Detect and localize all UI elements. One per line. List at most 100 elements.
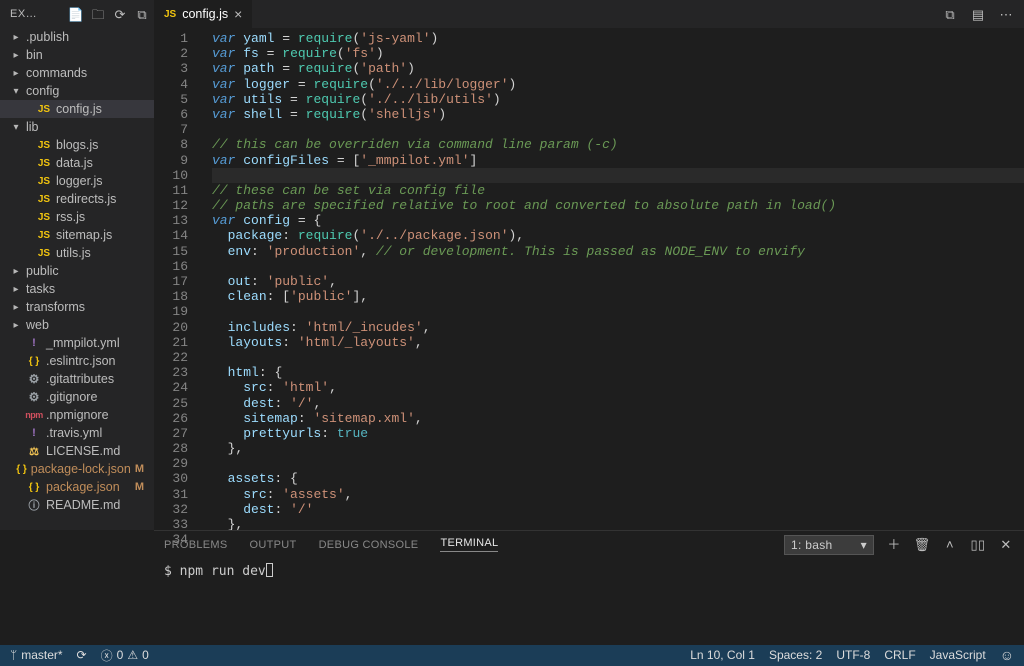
- code-line[interactable]: var yaml = require('js-yaml'): [212, 31, 1024, 46]
- code-line[interactable]: env: 'production', // or development. Th…: [212, 244, 1024, 259]
- indentation[interactable]: Spaces: 2: [769, 648, 822, 662]
- terminal-cursor: [266, 563, 273, 577]
- close-panel-icon[interactable]: ✕: [998, 537, 1014, 553]
- file-sitemap-js[interactable]: sitemap.js: [0, 226, 154, 244]
- file-blogs-js[interactable]: blogs.js: [0, 136, 154, 154]
- tab-output[interactable]: OUTPUT: [250, 539, 297, 551]
- file-rss-js[interactable]: rss.js: [0, 208, 154, 226]
- close-icon[interactable]: ×: [234, 6, 242, 22]
- code-line[interactable]: [212, 259, 1024, 274]
- folder-tasks[interactable]: ▸tasks: [0, 280, 154, 298]
- code-line[interactable]: },: [212, 517, 1024, 530]
- maximize-panel-icon[interactable]: ˄: [942, 537, 958, 553]
- file--gitignore[interactable]: .gitignore: [0, 388, 154, 406]
- refresh-icon[interactable]: ⟳: [112, 6, 128, 22]
- file--eslintrc-json[interactable]: .eslintrc.json: [0, 352, 154, 370]
- folder-lib[interactable]: ▾ lib: [0, 118, 154, 136]
- line-number: 15: [154, 244, 188, 259]
- code-line[interactable]: layouts: 'html/_layouts',: [212, 335, 1024, 350]
- code-content[interactable]: var yaml = require('js-yaml')var fs = re…: [202, 28, 1024, 530]
- collapse-all-icon[interactable]: ⧉: [134, 6, 150, 22]
- code-line[interactable]: var configFiles = ['_mmpilot.yml']: [212, 153, 1024, 168]
- feedback-icon[interactable]: ☺: [1000, 647, 1014, 663]
- file--travis-yml[interactable]: .travis.yml: [0, 424, 154, 442]
- new-file-icon[interactable]: 📄: [68, 6, 84, 22]
- sync-icon[interactable]: ⟳: [77, 648, 87, 662]
- file-readme-md[interactable]: README.md: [0, 496, 154, 514]
- file-redirects-js[interactable]: redirects.js: [0, 190, 154, 208]
- folder-web[interactable]: ▸web: [0, 316, 154, 334]
- code-line[interactable]: [212, 350, 1024, 365]
- code-line[interactable]: clean: ['public'],: [212, 289, 1024, 304]
- code-line[interactable]: // these can be set via config file: [212, 183, 1024, 198]
- file-tree[interactable]: ▸.publish▸bin▸commands▾configconfig.js ▾ l…: [0, 28, 154, 530]
- kill-terminal-icon[interactable]: 🗑: [914, 537, 930, 553]
- code-line[interactable]: [212, 304, 1024, 319]
- code-line[interactable]: // this can be overriden via command lin…: [212, 137, 1024, 152]
- file--npmignore[interactable]: .npmignore: [0, 406, 154, 424]
- new-folder-icon[interactable]: 🗀: [90, 6, 106, 22]
- file-data-js[interactable]: data.js: [0, 154, 154, 172]
- code-line[interactable]: dest: '/': [212, 502, 1024, 517]
- code-line[interactable]: sitemap: 'sitemap.xml',: [212, 411, 1024, 426]
- sidebar-header: EX… 📄 🗀 ⟳ ⧉: [0, 0, 154, 28]
- tab-config-js[interactable]: config.js ×: [154, 0, 253, 28]
- code-line[interactable]: var config = {: [212, 213, 1024, 228]
- file--mmpilot-yml[interactable]: _mmpilot.yml: [0, 334, 154, 352]
- code-line[interactable]: [212, 122, 1024, 137]
- line-number: 19: [154, 304, 188, 319]
- file--gitattributes[interactable]: .gitattributes: [0, 370, 154, 388]
- tab-debug[interactable]: DEBUG CONSOLE: [319, 539, 419, 551]
- code-line[interactable]: var path = require('path'): [212, 61, 1024, 76]
- encoding[interactable]: UTF-8: [836, 648, 870, 662]
- eol[interactable]: CRLF: [884, 648, 915, 662]
- tree-item-label: .travis.yml: [46, 426, 102, 440]
- tab-terminal[interactable]: TERMINAL: [440, 537, 498, 552]
- code-line[interactable]: var fs = require('fs'): [212, 46, 1024, 61]
- new-terminal-icon[interactable]: ＋: [886, 537, 902, 553]
- branch-indicator[interactable]: ᛘ master*: [10, 648, 63, 662]
- problems-indicator[interactable]: ⓧ 0 ⚠ 0: [101, 647, 149, 664]
- code-line[interactable]: },: [212, 441, 1024, 456]
- terminal-body[interactable]: $ npm run dev: [154, 559, 1024, 645]
- code-line[interactable]: prettyurls: true: [212, 426, 1024, 441]
- code-line[interactable]: package: require('./../package.json'),: [212, 228, 1024, 243]
- cursor-position[interactable]: Ln 10, Col 1: [690, 648, 755, 662]
- split-terminal-icon[interactable]: ▯▯: [970, 537, 986, 553]
- folder-bin[interactable]: ▸bin: [0, 46, 154, 64]
- split-side-icon[interactable]: ⧉: [942, 6, 958, 22]
- code-line[interactable]: src: 'html',: [212, 380, 1024, 395]
- file-package-lock-json[interactable]: package-lock.jsonM: [0, 460, 154, 478]
- folder-transforms[interactable]: ▸transforms: [0, 298, 154, 316]
- code-line[interactable]: var shell = require('shelljs'): [212, 107, 1024, 122]
- code-line[interactable]: // paths are specified relative to root …: [212, 198, 1024, 213]
- split-down-icon[interactable]: ▤: [970, 6, 986, 22]
- language-mode[interactable]: JavaScript: [930, 648, 986, 662]
- terminal-selector[interactable]: 1: bash ▾: [784, 535, 874, 555]
- tree-item-label: lib: [26, 120, 39, 134]
- code-line[interactable]: assets: {: [212, 471, 1024, 486]
- code-area[interactable]: 1234567891011121314151617181920212223242…: [154, 28, 1024, 530]
- code-line[interactable]: [212, 456, 1024, 471]
- file-config-js[interactable]: config.js: [0, 100, 154, 118]
- code-line[interactable]: src: 'assets',: [212, 487, 1024, 502]
- file-utils-js[interactable]: utils.js: [0, 244, 154, 262]
- code-line[interactable]: out: 'public',: [212, 274, 1024, 289]
- file-package-json[interactable]: package.jsonM: [0, 478, 154, 496]
- chevron-icon: ▾: [10, 122, 22, 133]
- folder-commands[interactable]: ▸commands: [0, 64, 154, 82]
- folder-config[interactable]: ▾config: [0, 82, 154, 100]
- file-logger-js[interactable]: logger.js: [0, 172, 154, 190]
- more-actions-icon[interactable]: ⋯: [998, 6, 1014, 22]
- code-line[interactable]: var logger = require('./../lib/logger'): [212, 77, 1024, 92]
- code-line[interactable]: dest: '/',: [212, 396, 1024, 411]
- file-license-md[interactable]: LICENSE.md: [0, 442, 154, 460]
- code-line[interactable]: html: {: [212, 365, 1024, 380]
- tree-item-label: package.json: [46, 480, 120, 494]
- editor-group: config.js × ⧉ ▤ ⋯ 1234567891011121314151…: [154, 0, 1024, 530]
- folder--publish[interactable]: ▸.publish: [0, 28, 154, 46]
- code-line[interactable]: [212, 168, 1024, 183]
- code-line[interactable]: includes: 'html/_incudes',: [212, 320, 1024, 335]
- code-line[interactable]: var utils = require('./../lib/utils'): [212, 92, 1024, 107]
- folder-public[interactable]: ▸public: [0, 262, 154, 280]
